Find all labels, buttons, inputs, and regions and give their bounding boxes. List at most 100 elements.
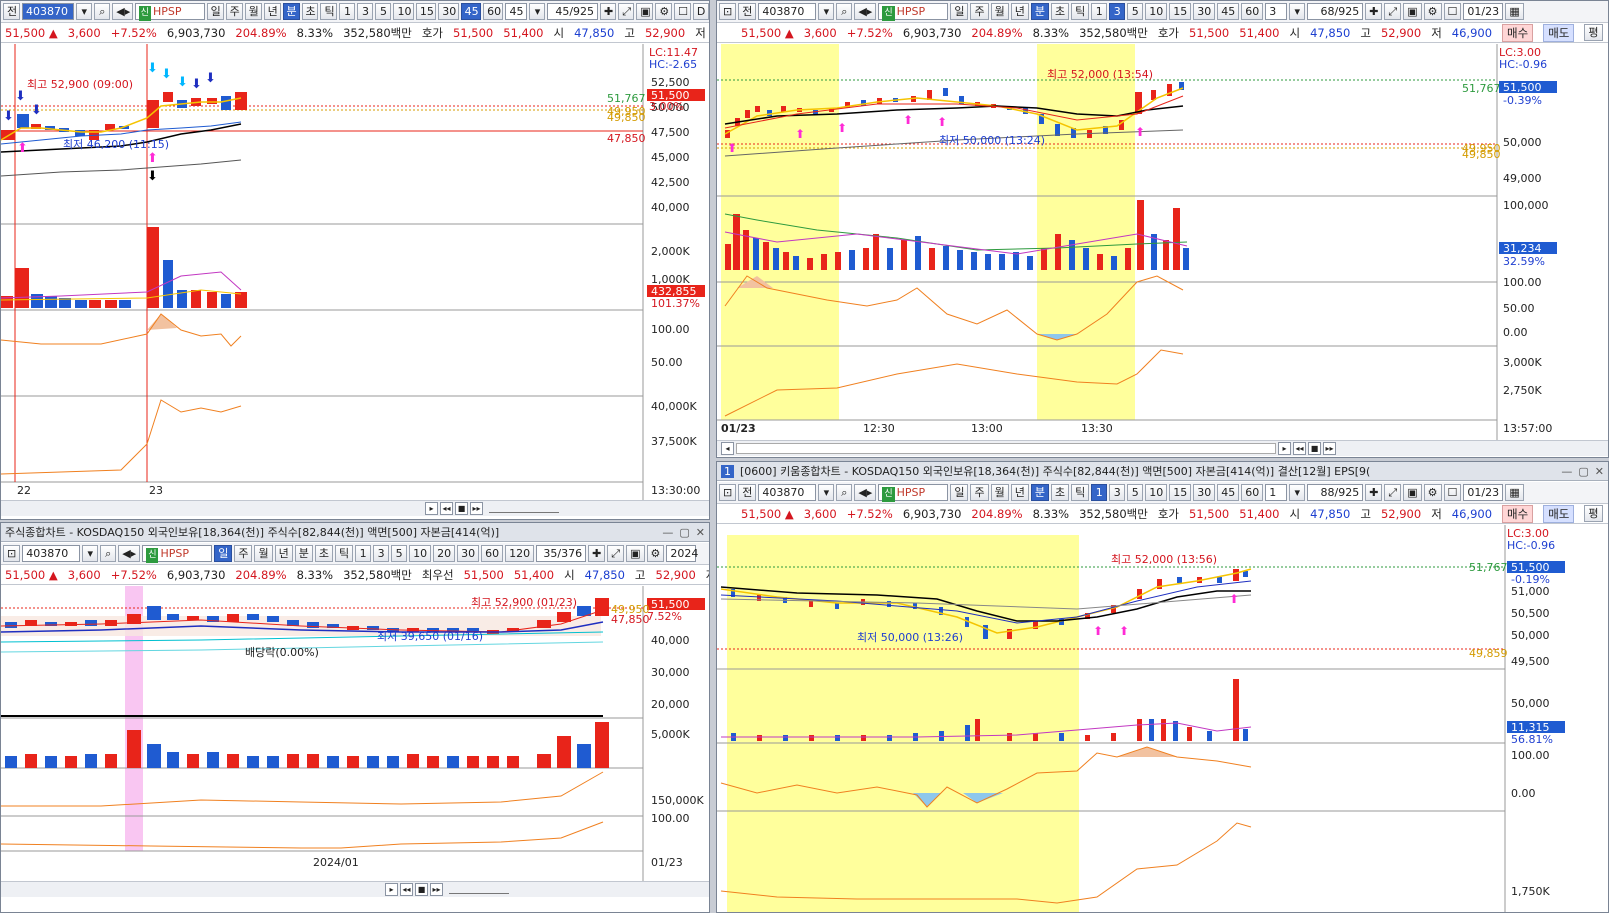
scroll-right-icon[interactable]: ▸ xyxy=(425,502,438,515)
gear-icon[interactable]: ⚙ xyxy=(646,545,665,562)
interval-1[interactable]: 1 xyxy=(355,545,372,562)
scroll-right-icon[interactable]: ▸ xyxy=(385,883,398,896)
period-second[interactable]: 초 xyxy=(301,3,319,20)
interval-1[interactable]: 1 xyxy=(1091,484,1108,501)
period-week[interactable]: 주 xyxy=(234,545,253,562)
tool-icon[interactable]: ⤢ xyxy=(1384,3,1402,20)
restore-icon[interactable]: ▢ xyxy=(679,526,689,539)
window-icon[interactable]: ⊡ xyxy=(719,484,737,501)
period-month[interactable]: 월 xyxy=(990,3,1009,20)
period-year[interactable]: 년 xyxy=(263,3,281,20)
count-input[interactable]: 45/925 xyxy=(547,3,599,20)
interval-5[interactable]: 5 xyxy=(1127,484,1144,501)
zoom-slider[interactable] xyxy=(449,886,509,894)
interval-45[interactable]: 45 xyxy=(460,3,482,20)
interval-dropdown-icon[interactable]: ▾ xyxy=(529,3,546,20)
period-tick[interactable]: 틱 xyxy=(334,545,354,562)
period-day[interactable]: 일 xyxy=(950,484,969,501)
sell-button[interactable]: 매도 xyxy=(1543,23,1575,42)
chart-scrollbar[interactable]: ◂ ▸ ◂◂ ■ ▸▸ xyxy=(717,440,1608,456)
period-week[interactable]: 주 xyxy=(970,3,989,20)
save-icon[interactable]: ▣ xyxy=(1403,484,1422,501)
stock-name-field[interactable]: 신 HPSP xyxy=(878,484,949,502)
crosshair-icon[interactable]: ✚ xyxy=(588,545,606,562)
period-tick[interactable]: 틱 xyxy=(320,3,338,20)
speaker-icon[interactable]: ◀▸ xyxy=(854,3,877,20)
period-day[interactable]: 일 xyxy=(206,3,224,20)
crosshair-icon[interactable]: ✚ xyxy=(1365,484,1383,501)
flat-button[interactable]: 평 xyxy=(1584,505,1603,522)
close-icon[interactable]: ✕ xyxy=(1595,465,1604,478)
period-minute[interactable]: 분 xyxy=(294,545,313,562)
checkbox-icon[interactable]: ☐ xyxy=(1443,3,1462,20)
date-input[interactable]: 01/23 xyxy=(1463,484,1504,501)
interval-3[interactable]: 3 xyxy=(1109,3,1126,20)
period-year[interactable]: 년 xyxy=(274,545,293,562)
interval-3[interactable]: 3 xyxy=(357,3,374,20)
interval-10[interactable]: 10 xyxy=(1145,484,1168,501)
interval-15[interactable]: 15 xyxy=(1169,3,1192,20)
search-icon[interactable]: ⌕ xyxy=(836,484,853,501)
tool-icon[interactable]: ⤢ xyxy=(607,545,625,562)
speaker-icon[interactable]: ◀▸ xyxy=(112,3,133,20)
calendar-icon[interactable]: ▦ xyxy=(1505,3,1524,20)
scroll-left-icon[interactable]: ◂ xyxy=(721,442,734,455)
dropdown-icon[interactable]: ▾ xyxy=(818,3,835,20)
interval-5[interactable]: 5 xyxy=(391,545,408,562)
period-year[interactable]: 년 xyxy=(1010,484,1029,501)
interval-input[interactable]: 3 xyxy=(1265,3,1288,20)
crosshair-icon[interactable]: ✚ xyxy=(1365,3,1383,20)
chart-canvas[interactable]: ⬆ ⬆ ⬆ 최고 52,000 (13:56) 최저 50,000 (13:26… xyxy=(717,525,1608,912)
period-tick[interactable]: 틱 xyxy=(1071,3,1090,20)
forward-icon[interactable]: ▸▸ xyxy=(470,502,483,515)
rewind-icon[interactable]: ◂◂ xyxy=(440,502,453,515)
interval-60[interactable]: 60 xyxy=(481,545,504,562)
crosshair-icon[interactable]: ✚ xyxy=(600,3,617,20)
date-input[interactable]: 01/23 xyxy=(1463,3,1504,20)
interval-10[interactable]: 10 xyxy=(409,545,432,562)
stock-name-field[interactable]: 신 HPSP xyxy=(142,545,213,563)
period-month[interactable]: 월 xyxy=(244,3,262,20)
count-input[interactable]: 88/925 xyxy=(1307,484,1364,501)
scroll-right-icon[interactable]: ▸ xyxy=(1278,442,1291,455)
expand-icon[interactable]: D xyxy=(692,3,709,20)
search-icon[interactable]: ⌕ xyxy=(94,3,111,20)
buy-button[interactable]: 매수 xyxy=(1502,23,1534,42)
interval-45[interactable]: 45 xyxy=(1217,484,1240,501)
interval-5[interactable]: 5 xyxy=(375,3,392,20)
minimize-icon[interactable]: — xyxy=(662,526,673,539)
period-year[interactable]: 년 xyxy=(1010,3,1029,20)
save-icon[interactable]: ▣ xyxy=(636,3,654,20)
interval-60[interactable]: 60 xyxy=(1241,3,1264,20)
interval-20[interactable]: 20 xyxy=(433,545,456,562)
save-icon[interactable]: ▣ xyxy=(1403,3,1422,20)
search-icon[interactable]: ⌕ xyxy=(836,3,853,20)
interval-15[interactable]: 15 xyxy=(415,3,437,20)
interval-30[interactable]: 30 xyxy=(1193,3,1216,20)
period-second[interactable]: 초 xyxy=(1050,3,1070,20)
tab-prev[interactable]: 전 xyxy=(738,484,757,501)
interval-3[interactable]: 3 xyxy=(1109,484,1126,501)
interval-60[interactable]: 60 xyxy=(1241,484,1264,501)
interval-3[interactable]: 3 xyxy=(373,545,390,562)
stock-code-input[interactable]: 403870 xyxy=(21,3,75,20)
buy-button[interactable]: 매수 xyxy=(1502,504,1534,523)
forward-icon[interactable]: ▸▸ xyxy=(1323,442,1336,455)
checkbox-icon[interactable]: ☐ xyxy=(674,3,691,20)
chart-canvas[interactable]: ⬆ ⬆ ⬆ ⬆ ⬆ ⬆ 최고 52,000 (13:54) 최저 50,000 … xyxy=(717,44,1608,440)
chart-canvas[interactable]: ⬇ ⬇ ⬇ ⬆ ⬇ ⬇ ⬇ ⬇ ⬇ ⬆ ⬇ 최고 52,900 (09:00) … xyxy=(1,44,709,500)
gear-icon[interactable]: ⚙ xyxy=(1423,3,1442,20)
interval-5[interactable]: 5 xyxy=(1127,3,1144,20)
tool-icon[interactable]: ⤢ xyxy=(618,3,635,20)
period-minute[interactable]: 분 xyxy=(282,3,300,20)
close-icon[interactable]: ✕ xyxy=(696,526,705,539)
chart-canvas[interactable]: 최고 52,900 (01/23) 최저 39,650 (01/16) 배당락(… xyxy=(1,586,709,881)
gear-icon[interactable]: ⚙ xyxy=(655,3,673,20)
stop-icon[interactable]: ■ xyxy=(415,883,428,896)
stock-code-input[interactable]: 403870 xyxy=(22,545,81,562)
scroll-track[interactable] xyxy=(736,443,1276,454)
count-input[interactable]: 68/925 xyxy=(1307,3,1364,20)
interval-dropdown-icon[interactable]: ▾ xyxy=(1289,484,1306,501)
zoom-slider[interactable] xyxy=(489,505,559,513)
period-month[interactable]: 월 xyxy=(254,545,273,562)
